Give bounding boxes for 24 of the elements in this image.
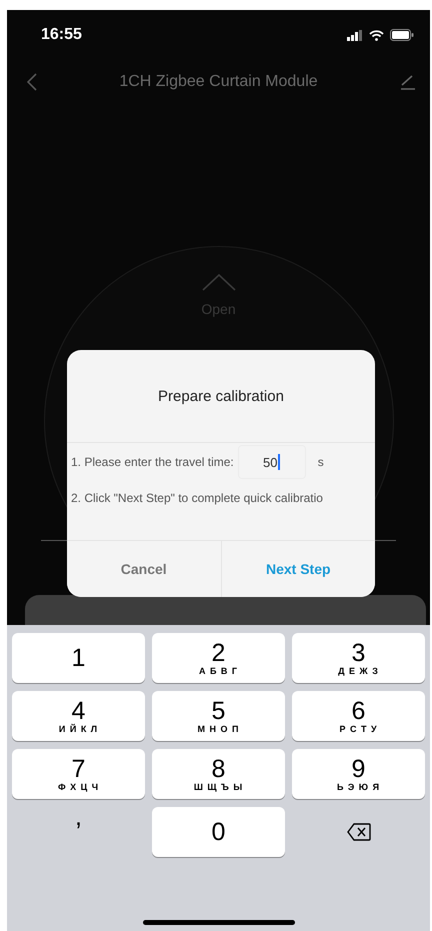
edit-icon[interactable] xyxy=(400,74,416,90)
comma-key[interactable]: , xyxy=(12,807,145,857)
digit-key[interactable]: 4 И Й К Л xyxy=(12,691,145,741)
digit-key[interactable]: 7 Ф Х Ц Ч xyxy=(12,749,145,799)
dialog-title: Prepare calibration xyxy=(158,388,284,404)
digit-key[interactable]: 3 Д Е Ж З xyxy=(292,633,425,683)
unit-label: s xyxy=(318,455,324,469)
travel-time-field[interactable]: 50 xyxy=(238,445,306,479)
digit-key[interactable]: 5 М Н О П xyxy=(152,691,285,741)
signal-icon xyxy=(347,30,363,40)
status-time: 16:55 xyxy=(41,26,82,44)
digit-key[interactable]: 9 Ь Э Ю Я xyxy=(292,749,425,799)
digit-key[interactable]: 8 Ш Щ Ъ Ы xyxy=(152,749,285,799)
digit-key[interactable]: 6 Р С Т У xyxy=(292,691,425,741)
back-icon[interactable] xyxy=(27,73,37,91)
wifi-icon xyxy=(369,30,384,40)
step-text: 2. Click "Next Step" to complete quick calibratio xyxy=(71,491,323,505)
backspace-icon xyxy=(346,823,370,841)
page-title: 1CH Zigbee Curtain Module xyxy=(119,73,318,91)
digit-key[interactable]: 1 xyxy=(12,633,145,683)
digit-key[interactable]: 2 А Б В Г xyxy=(152,633,285,683)
battery-icon xyxy=(390,29,414,41)
step-text: 1. Please enter the travel time: xyxy=(71,455,234,469)
digit-key[interactable]: 0 xyxy=(152,807,285,857)
